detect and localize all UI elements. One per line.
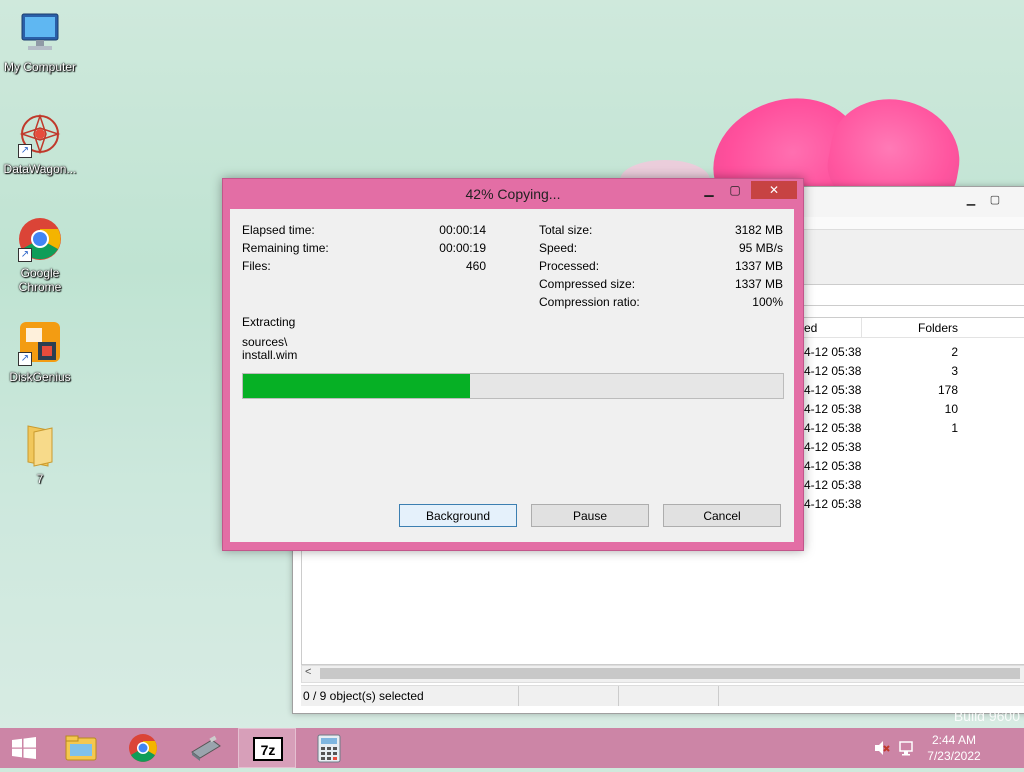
- chrome-icon: ↗: [16, 216, 64, 262]
- cancel-button[interactable]: Cancel: [663, 504, 781, 527]
- volume-muted-icon[interactable]: [874, 740, 890, 759]
- close-icon: ✕: [768, 183, 780, 197]
- files-value: 460: [465, 259, 486, 273]
- taskbar-usb-tool[interactable]: [176, 728, 234, 768]
- desktop-icon-diskgenius[interactable]: ↗ DiskGenius: [0, 320, 80, 384]
- desktop-icon-datawagon[interactable]: ↗ DataWagon...: [0, 112, 80, 176]
- build-watermark: Build 9600: [953, 708, 1020, 724]
- shortcut-arrow-icon: ↗: [18, 352, 32, 366]
- horizontal-scrollbar[interactable]: <: [301, 665, 1024, 683]
- svg-text:7z: 7z: [261, 742, 276, 758]
- compression-ratio-label: Compression ratio:: [539, 295, 640, 309]
- desktop-icon-label: Google Chrome: [18, 266, 62, 294]
- windows-logo-icon: [12, 737, 36, 759]
- chrome-icon: [129, 734, 157, 762]
- maximize-button[interactable]: ▢: [723, 181, 747, 199]
- status-selection: 0 / 9 object(s) selected: [301, 686, 519, 706]
- clock-time: 2:44 AM: [931, 733, 977, 747]
- column-header-folders[interactable]: Folders: [862, 318, 1024, 338]
- background-button[interactable]: Background: [399, 504, 517, 527]
- files-label: Files:: [242, 259, 271, 273]
- speed-label: Speed:: [539, 241, 578, 255]
- start-button[interactable]: [0, 728, 58, 768]
- current-path: sources\: [242, 335, 288, 349]
- computer-icon: [16, 10, 64, 56]
- scrollbar-thumb[interactable]: [320, 668, 1020, 679]
- elapsed-time-label: Elapsed time:: [242, 223, 315, 237]
- status-bar: 0 / 9 object(s) selected: [301, 685, 1024, 706]
- remaining-time-label: Remaining time:: [242, 241, 329, 255]
- copy-progress-dialog[interactable]: 42% Copying... ▁ ▢ ✕ Elapsed time: 00:00…: [222, 178, 804, 551]
- desktop-icon-my-computer[interactable]: My Computer: [0, 10, 80, 74]
- desktop-icon-google-chrome[interactable]: ↗ Google Chrome: [0, 216, 80, 294]
- desktop-icon-label: My Computer: [3, 60, 77, 74]
- taskbar-file-explorer[interactable]: [52, 728, 110, 768]
- pause-button[interactable]: Pause: [531, 504, 649, 527]
- clock[interactable]: 2:44 AM 7/23/2022: [904, 732, 1004, 764]
- clock-date: 7/23/2022: [927, 749, 981, 763]
- compression-ratio-value: 100%: [752, 295, 783, 309]
- progress-fill: [243, 374, 470, 398]
- minimize-button[interactable]: ▁: [959, 193, 983, 209]
- desktop-icon-folder-7[interactable]: 7: [0, 422, 80, 486]
- total-size-label: Total size:: [539, 223, 593, 237]
- desktop-icon-label: DataWagon...: [3, 162, 77, 176]
- shortcut-arrow-icon: ↗: [18, 248, 32, 262]
- diskgenius-icon: ↗: [16, 320, 64, 366]
- compressed-size-value: 1337 MB: [734, 277, 783, 291]
- datawagon-icon: ↗: [16, 112, 64, 158]
- taskbar-7zip[interactable]: 7z: [238, 728, 296, 768]
- current-file: install.wim: [242, 348, 298, 362]
- processed-label: Processed:: [539, 259, 600, 273]
- dialog-body: Elapsed time: 00:00:14 Remaining time: 0…: [230, 209, 794, 542]
- taskbar: 7z 2:44 AM 7/23/2022: [0, 728, 1024, 768]
- folder-icon: [16, 422, 64, 468]
- total-size-value: 3182 MB: [734, 223, 783, 237]
- shortcut-arrow-icon: ↗: [18, 144, 32, 158]
- scroll-left-icon[interactable]: <: [305, 666, 311, 678]
- minimize-button[interactable]: ▁: [697, 181, 721, 199]
- close-button[interactable]: ✕: [751, 181, 797, 199]
- compressed-size-label: Compressed size:: [539, 277, 636, 291]
- file-explorer-icon: [65, 735, 97, 761]
- remaining-time-value: 00:00:19: [439, 241, 486, 255]
- calculator-icon: [317, 734, 341, 763]
- desktop-icon-label: 7: [36, 472, 44, 486]
- desktop-icon-label: DiskGenius: [9, 370, 71, 384]
- progress-bar: [242, 373, 784, 399]
- elapsed-time-value: 00:00:14: [439, 223, 486, 237]
- processed-value: 1337 MB: [734, 259, 783, 273]
- maximize-button[interactable]: ▢: [983, 193, 1007, 209]
- operation-label: Extracting: [242, 315, 296, 329]
- 7zip-icon: 7z: [253, 737, 283, 761]
- speed-value: 95 MB/s: [738, 241, 783, 255]
- usb-drive-icon: [191, 735, 221, 761]
- taskbar-calculator[interactable]: [300, 728, 358, 768]
- taskbar-chrome[interactable]: [114, 728, 172, 768]
